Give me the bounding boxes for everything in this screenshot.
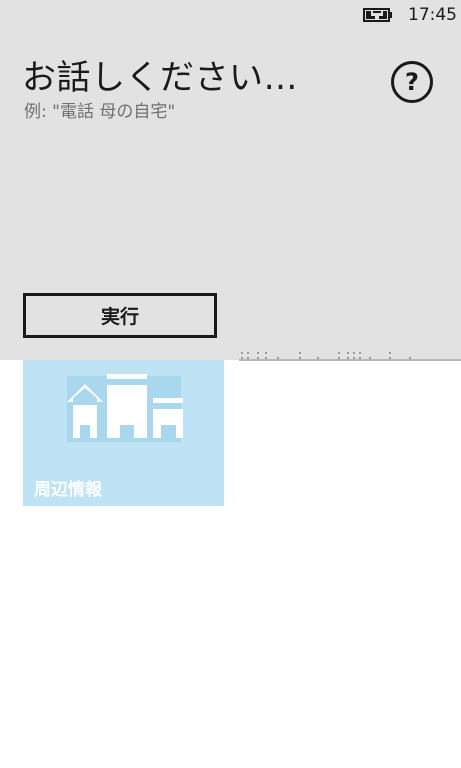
buildings-icon xyxy=(67,374,183,438)
speech-prompt: お話しください… xyxy=(22,58,298,98)
battery-charging-icon xyxy=(363,8,392,22)
help-icon: ? xyxy=(405,68,419,96)
speech-panel: お話しください… 例: "電話 母の自宅" ? 実行 xyxy=(0,0,461,361)
status-bar: 17:45 xyxy=(0,0,461,32)
nearby-info-tile[interactable]: 周辺情報 xyxy=(23,360,224,506)
listening-indicator xyxy=(239,352,461,361)
execute-button[interactable]: 実行 xyxy=(23,293,217,338)
help-button[interactable]: ? xyxy=(391,61,433,103)
speech-example-hint: 例: "電話 母の自宅" xyxy=(24,102,176,122)
status-time: 17:45 xyxy=(408,5,457,25)
tile-label: 周辺情報 xyxy=(34,480,102,500)
